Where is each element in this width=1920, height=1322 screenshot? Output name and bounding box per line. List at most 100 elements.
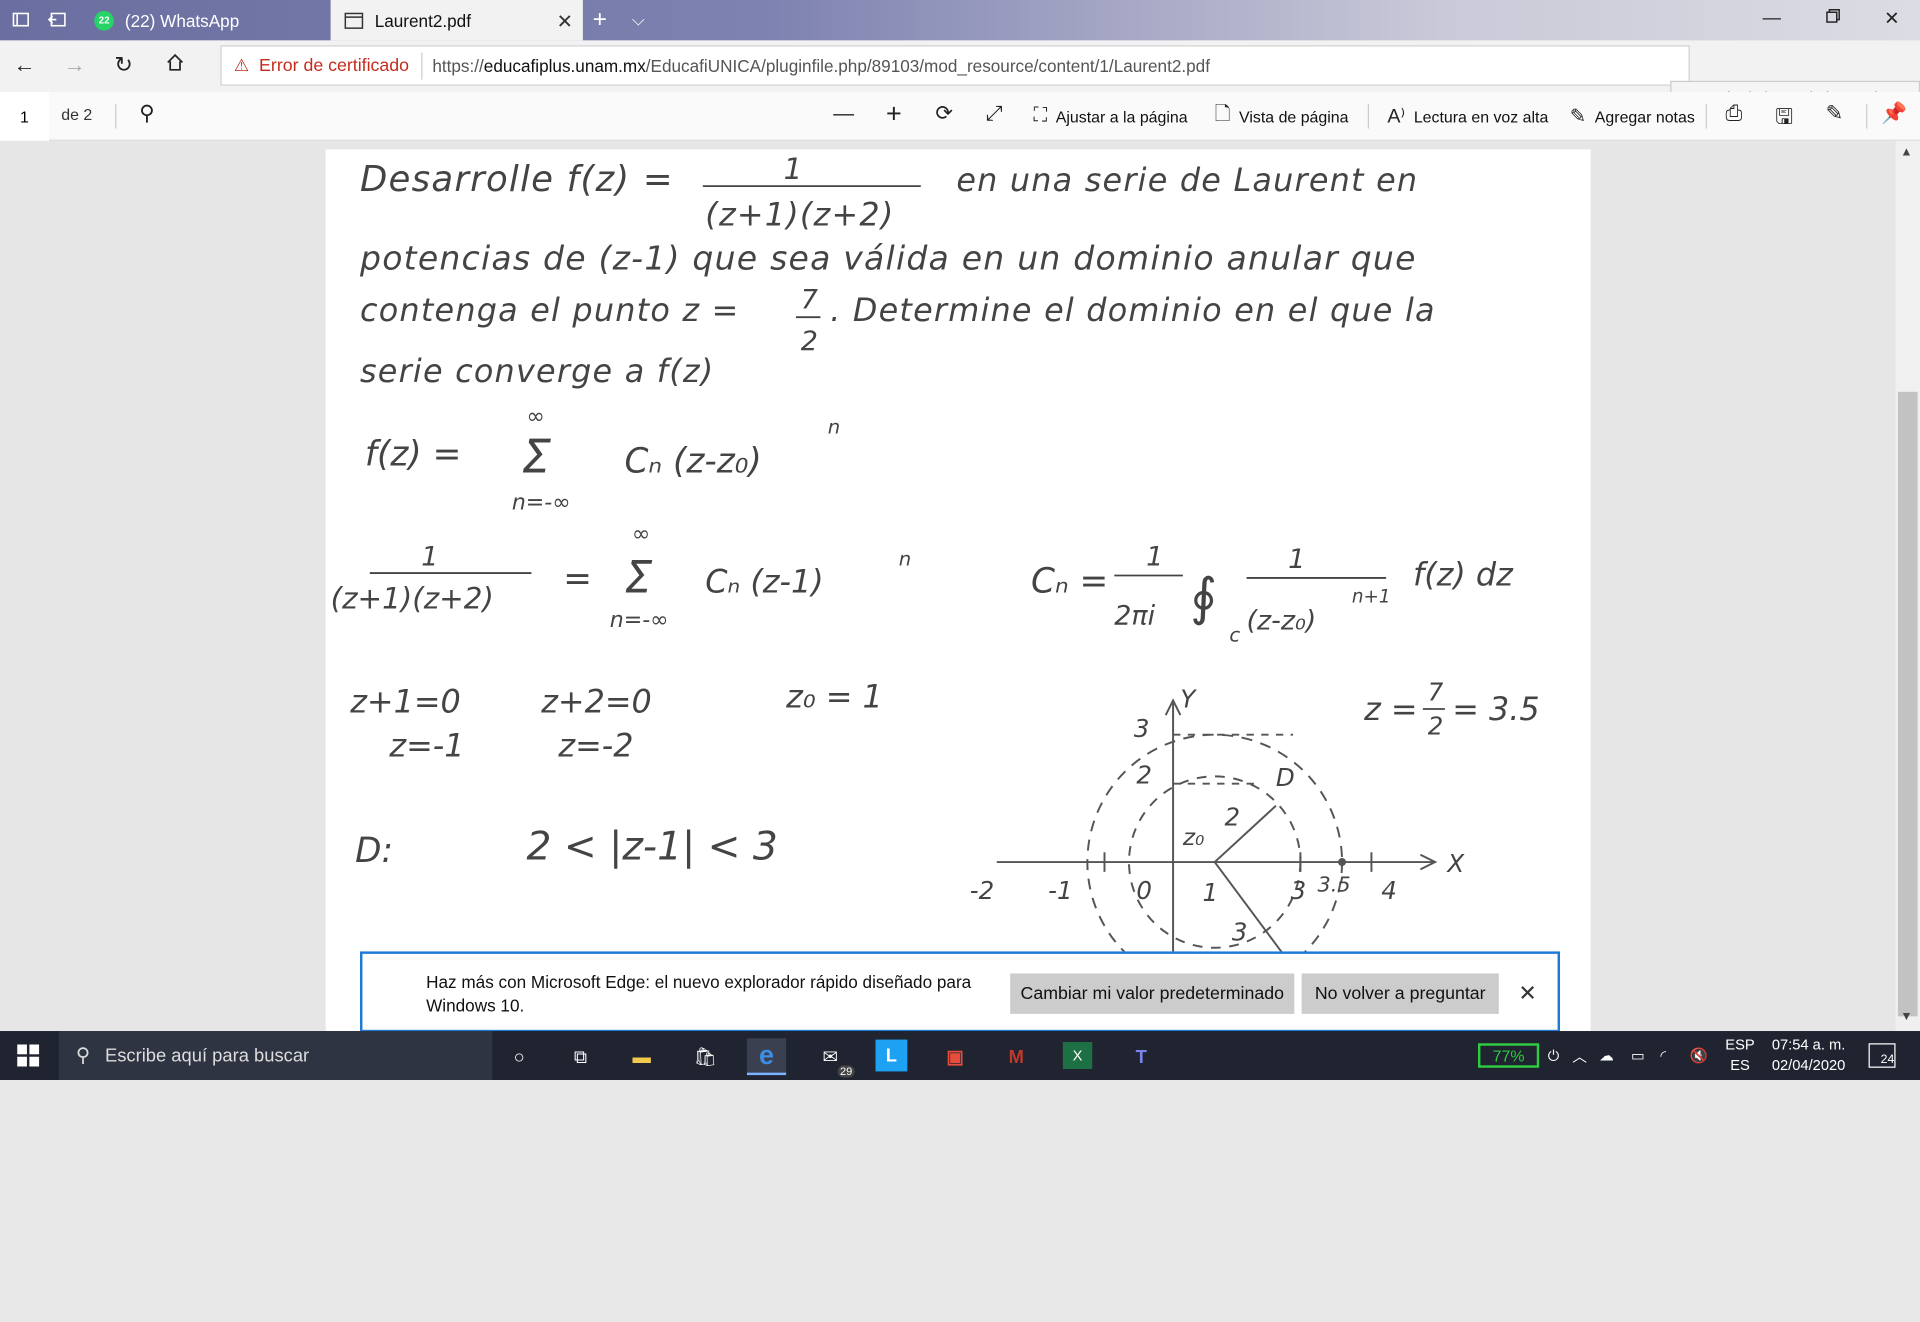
clock[interactable]: 07:54 a. m. 02/04/2020 (1763, 1035, 1854, 1077)
windows-start-icon[interactable] (17, 1044, 40, 1067)
radius-3 (1213, 861, 1287, 959)
region-label: D (1276, 763, 1295, 792)
page-count: de 2 (61, 105, 93, 124)
cn-frac-den: (z-z₀) (1247, 605, 1317, 636)
zval-num: 7 (1428, 677, 1444, 706)
vertical-scrollbar[interactable]: ▲ ▼ (1895, 140, 1920, 1032)
eq2-sum: Σ (624, 553, 652, 604)
change-default-button[interactable]: Cambiar mi valor predeterminado (1010, 973, 1295, 1014)
cortana-icon[interactable]: ○ (500, 1038, 539, 1075)
launcher-icon[interactable]: L (875, 1039, 908, 1072)
zval-b: = 3.5 (1452, 690, 1539, 728)
file-explorer-icon[interactable]: ▬ (622, 1038, 661, 1075)
page-number-input[interactable]: 1 (0, 91, 49, 141)
eq2-eq: = (563, 559, 592, 599)
eq1-exp: n (828, 415, 840, 438)
page-view-button[interactable]: 🗋 Vista de página (1215, 103, 1349, 130)
office-icon[interactable]: ▣ (936, 1038, 975, 1075)
show-hidden-icon[interactable]: ︿ (1572, 1031, 1587, 1080)
url-text[interactable]: https://educafiplus.unam.mx/EducafiUNICA… (432, 56, 1210, 76)
close-icon[interactable]: ✕ (1518, 981, 1536, 1007)
save-icon[interactable]: 🖫 (1769, 102, 1798, 138)
text-line3b: . Determine el dominio en el que la (830, 291, 1436, 329)
battery-icon[interactable]: ▭ (1631, 1031, 1645, 1080)
excel-icon[interactable]: X (1062, 1042, 1093, 1069)
tick-3: 3 (1291, 876, 1307, 905)
mail-badge: 29 (837, 1065, 855, 1078)
forward-icon[interactable]: → (59, 53, 91, 80)
add-notes-button[interactable]: ✎ Agregar notas (1570, 103, 1695, 130)
scroll-up-icon[interactable]: ▲ (1900, 146, 1912, 159)
tab-actions-icon[interactable] (10, 9, 32, 31)
onedrive-icon[interactable]: ☁ (1599, 1031, 1614, 1080)
tick-4: 4 (1381, 876, 1397, 905)
eq2-exp: n (899, 548, 911, 571)
tick-0: 0 (1136, 876, 1152, 905)
chevron-down-icon[interactable]: ⌵ (632, 10, 645, 31)
search-icon: ⚲ (75, 1045, 91, 1067)
divider (1705, 104, 1707, 129)
url-field[interactable]: ⚠ Error de certificado https://educafipl… (220, 45, 1690, 86)
fit-page-icon: ⛶ (1033, 105, 1048, 127)
eq2-top: ∞ (632, 522, 650, 547)
save-as-icon[interactable]: ✎ (1820, 102, 1849, 126)
close-window-icon[interactable]: ✕ (1873, 7, 1910, 30)
edge-icon[interactable]: e (746, 1038, 787, 1076)
radius-2-label: 2 (1225, 802, 1241, 831)
text-line3-num: 7 (801, 285, 819, 316)
root1: z+1=0 (349, 683, 461, 721)
taskbar-search[interactable]: ⚲ Escribe aquí para buscar (58, 1031, 493, 1081)
eq1-bot: n=-∞ (512, 490, 571, 515)
cn-frac-exp: n+1 (1352, 586, 1391, 607)
home-icon[interactable] (159, 53, 191, 80)
cn-den: 2πi (1114, 600, 1155, 631)
tab-laurent-pdf[interactable]: Laurent2.pdf ✕ (330, 0, 583, 41)
edge-promo-banner: Haz más con Microsoft Edge: el nuevo exp… (360, 951, 1561, 1033)
back-icon[interactable]: ← (9, 53, 41, 80)
search-icon[interactable]: ⚲ (132, 102, 161, 126)
unpin-icon[interactable]: 📌 (1880, 102, 1909, 126)
promo-message: Haz más con Microsoft Edge: el nuevo exp… (426, 972, 972, 1016)
read-aloud-button[interactable]: A⁾ Lectura en voz alta (1387, 103, 1548, 130)
battery-indicator[interactable]: 77% (1477, 1043, 1540, 1068)
dont-ask-again-button[interactable]: No volver a preguntar (1301, 973, 1499, 1014)
teams-icon[interactable]: T (1122, 1038, 1161, 1075)
scroll-down-icon[interactable]: ▼ (1900, 1010, 1912, 1023)
mcafee-icon[interactable]: M (997, 1038, 1036, 1075)
refresh-icon[interactable]: ↻ (108, 53, 140, 80)
eq2-num: 1 (421, 542, 438, 573)
store-icon[interactable]: 🛍 (686, 1038, 725, 1075)
plug-icon[interactable]: ⏻ (1548, 1031, 1560, 1080)
zoom-in-icon[interactable]: + (879, 98, 908, 130)
zoom-out-icon[interactable]: — (829, 102, 858, 126)
eq2-term: Cₙ (z-1) (705, 563, 823, 601)
scroll-thumb[interactable] (1897, 391, 1918, 1017)
volume-mute-icon[interactable]: 🔇 (1690, 1031, 1708, 1080)
page-view-icon: 🗋 (1214, 103, 1231, 125)
rotate-icon[interactable]: ⟳ (929, 102, 958, 126)
fullscreen-icon[interactable]: ⤢ (980, 102, 1009, 126)
fit-page-button[interactable]: ⛶ Ajustar a la página (1033, 103, 1187, 130)
set-aside-tabs-icon[interactable] (47, 9, 69, 31)
divider (421, 52, 423, 79)
certificate-error[interactable]: Error de certificado (259, 56, 409, 76)
notifications-icon[interactable]: 24 (1868, 1043, 1896, 1068)
radius-3-label: 3 (1232, 917, 1248, 946)
domain-expression: 2 < |z-1| < 3 (527, 825, 778, 870)
restore-icon[interactable] (1815, 7, 1852, 28)
tick-y3: 3 (1134, 714, 1150, 743)
new-tab-icon[interactable]: + (593, 6, 607, 34)
tab-whatsapp[interactable]: 22 (22) WhatsApp (81, 0, 331, 40)
root1b: z=-1 (388, 727, 464, 765)
task-view-icon[interactable]: ⧉ (561, 1038, 600, 1075)
wifi-icon[interactable]: ◜ (1660, 1031, 1666, 1080)
eq1-sum: Σ (522, 430, 552, 484)
minimize-icon[interactable]: — (1753, 7, 1790, 28)
mail-icon[interactable]: ✉ 29 (811, 1038, 855, 1078)
language-indicator[interactable]: ESP ES (1724, 1035, 1756, 1077)
eq1-top: ∞ (527, 405, 545, 430)
root2b: z=-2 (557, 727, 633, 765)
print-icon[interactable]: ⎙ (1719, 102, 1748, 126)
close-tab-icon[interactable]: ✕ (557, 10, 573, 34)
text-line1-num: 1 (784, 152, 804, 186)
